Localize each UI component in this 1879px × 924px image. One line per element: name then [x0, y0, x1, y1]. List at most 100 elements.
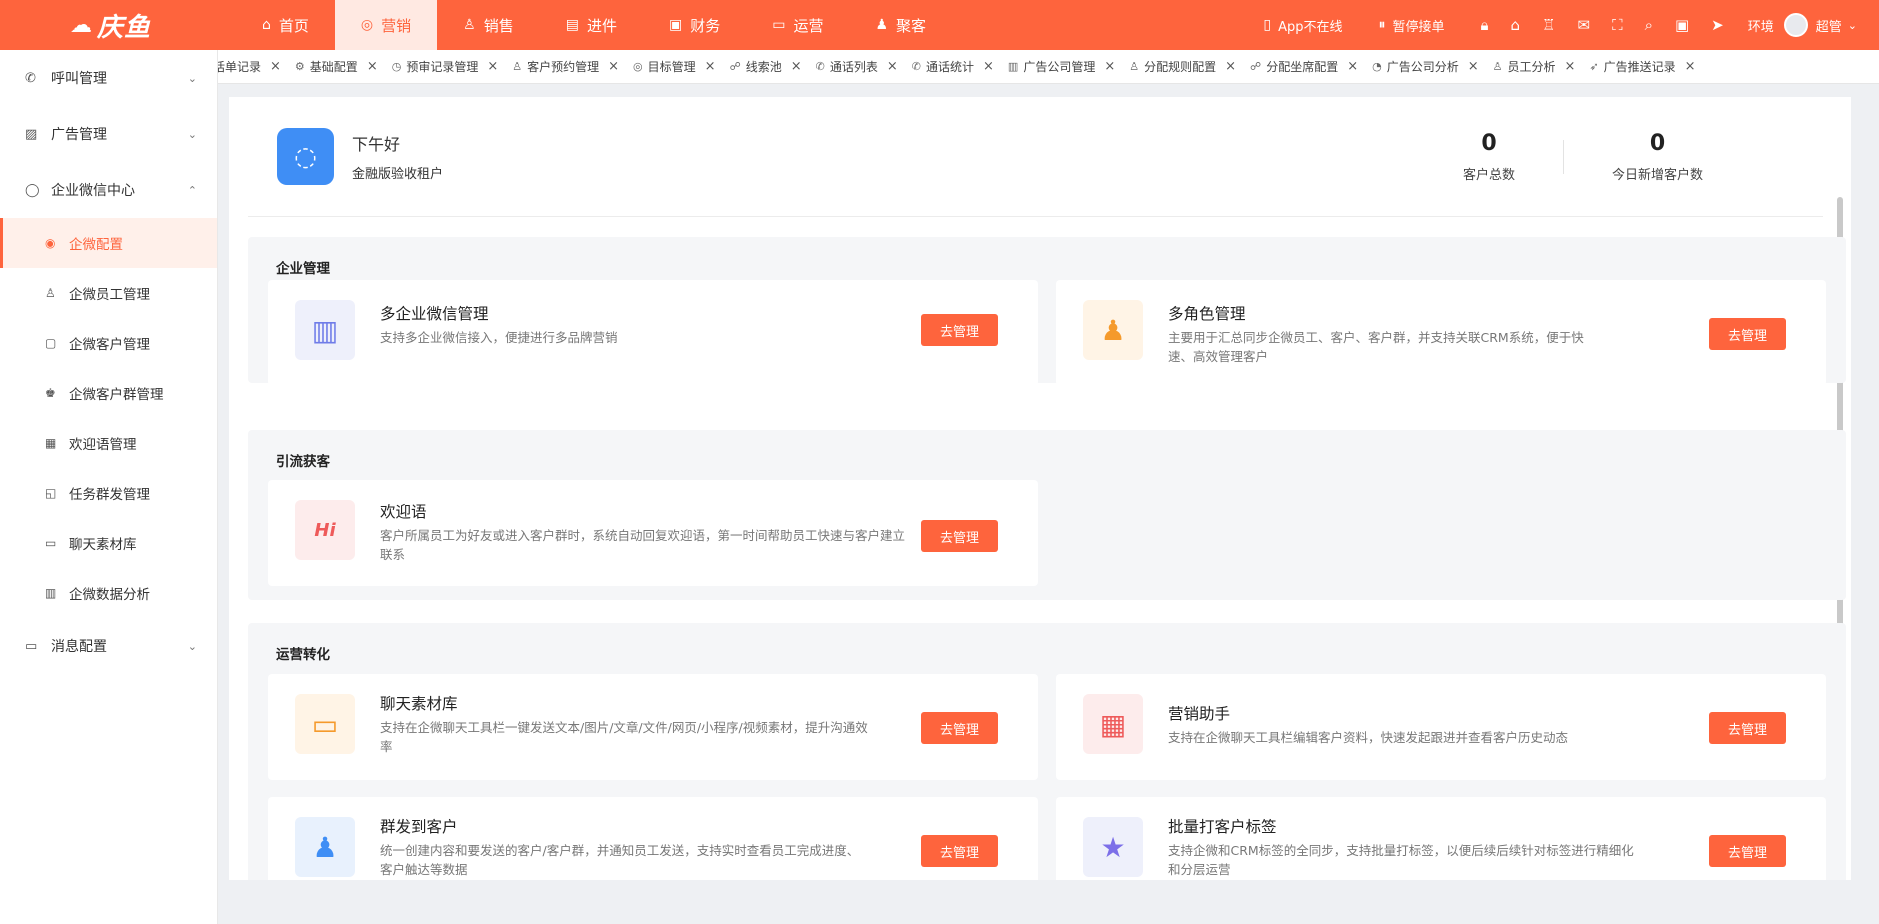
- sidebar-group-label: 呼叫管理: [51, 71, 107, 87]
- chevron-down-icon[interactable]: ⌄: [1848, 19, 1857, 32]
- tab-ad-company-analysis[interactable]: ◔ 广告公司分析 ×: [1372, 58, 1479, 75]
- search-icon[interactable]: ⌕: [1645, 16, 1653, 34]
- close-icon[interactable]: ×: [1468, 59, 1479, 74]
- tab-ad-companies[interactable]: ▥ 广告公司管理 ×: [1008, 58, 1115, 75]
- lock-icon[interactable]: 🔒︎: [1481, 16, 1489, 34]
- logo-mark-icon: ☁: [70, 12, 93, 38]
- stat-label: 客户总数: [1462, 167, 1515, 183]
- card-multi-role: ♟ 多角色管理 主要用于汇总同步企微员工、客户、客户群，并支持关联CRM系统，便…: [1056, 280, 1826, 386]
- close-icon[interactable]: ×: [887, 59, 898, 74]
- nav-marketing[interactable]: ◎ 营销: [334, 0, 438, 50]
- tab-basic-config[interactable]: ⚙ 基础配置 ×: [295, 58, 378, 75]
- greeting: 下午好: [352, 135, 401, 154]
- nav-home[interactable]: ⌂ 首页: [236, 0, 335, 50]
- close-icon[interactable]: ×: [1347, 59, 1358, 74]
- pause-orders-button[interactable]: ⏸ 暂停接单: [1379, 16, 1445, 35]
- manage-button[interactable]: 去管理: [1709, 835, 1786, 867]
- manage-button[interactable]: 去管理: [921, 835, 998, 867]
- fullscreen-icon[interactable]: ⛶: [1612, 16, 1623, 34]
- sidebar-group-ads[interactable]: ▨ 广告管理 ⌄: [0, 106, 217, 162]
- nav-customers[interactable]: ♟ 聚客: [849, 0, 952, 50]
- sidebar-item-wecom-analytics[interactable]: ▥ 企微数据分析: [0, 568, 217, 618]
- tab-strip: 话单记录 × ⚙ 基础配置 × ◷ 预审记录管理 × ♙ 客户预约管理 × ◎ 目标管理 × ☍ 线…: [218, 50, 1879, 84]
- tab-targets[interactable]: ◎ 目标管理 ×: [633, 58, 716, 75]
- tab-label: 预审记录管理: [406, 60, 479, 74]
- top-right-tools: ▯ App不在线 ⏸ 暂停接单 🔒︎ ⌂ ♖ ✉ ⛶ ⌕ ▣ ➤ 环境 超管 ⌄: [1227, 0, 1879, 50]
- sidebar-item-wecom-staff[interactable]: ♙ 企微员工管理: [0, 268, 217, 318]
- sidebar-item-wecom-groups[interactable]: ♚ 企微客户群管理: [0, 368, 217, 418]
- user-icon: ♙: [512, 60, 523, 73]
- tab-prereview-records[interactable]: ◷ 预审记录管理 ×: [392, 58, 499, 75]
- app-status-button[interactable]: ▯ App不在线: [1263, 16, 1342, 35]
- manage-button[interactable]: 去管理: [921, 520, 998, 552]
- tab-call-records[interactable]: 话单记录 ×: [218, 58, 281, 75]
- sidebar-item-label: 企微数据分析: [69, 587, 150, 603]
- notification-icon[interactable]: ✉: [1577, 16, 1590, 34]
- sidebar-item-label: 企微配置: [69, 237, 123, 253]
- ad-icon: ▨: [25, 126, 38, 142]
- close-icon[interactable]: ×: [791, 59, 802, 74]
- bank-icon[interactable]: ⌂: [1511, 16, 1521, 34]
- card-title: 批量打客户标签: [1168, 818, 1277, 836]
- sidebar-item-task-broadcast[interactable]: ◱ 任务群发管理: [0, 468, 217, 518]
- nav-intake[interactable]: ▤ 进件: [540, 0, 643, 50]
- close-icon[interactable]: ×: [1104, 59, 1115, 74]
- manage-button[interactable]: 去管理: [1709, 712, 1786, 744]
- target-icon: ◎: [633, 60, 643, 73]
- env-label[interactable]: 环境: [1748, 16, 1774, 35]
- sidebar-group-call[interactable]: ✆ 呼叫管理 ⌄: [0, 50, 217, 106]
- close-icon[interactable]: ×: [367, 59, 378, 74]
- close-icon[interactable]: ×: [608, 59, 619, 74]
- chevron-up-icon: ⌃: [187, 183, 197, 197]
- card-title: 群发到客户: [380, 818, 458, 836]
- briefcase-icon[interactable]: ▣: [1675, 16, 1689, 34]
- sidebar-item-label: 企微客户群管理: [69, 387, 164, 403]
- welcome-text: 下午好 金融版验收租户: [352, 131, 443, 182]
- sidebar-item-wecom-config[interactable]: ◉ 企微配置: [0, 218, 217, 268]
- building-icon: ▥: [1007, 60, 1019, 73]
- stat-total-customers: 0 客户总数: [1463, 131, 1515, 183]
- nav-operations[interactable]: ▭ 运营: [746, 0, 849, 50]
- close-icon[interactable]: ×: [1565, 59, 1576, 74]
- brand-logo[interactable]: ☁ 庆鱼: [0, 0, 218, 50]
- sidebar-group-wecom[interactable]: ◯ 企业微信中心 ⌃: [0, 162, 217, 218]
- tab-call-stats[interactable]: ✆ 通话统计 ×: [912, 58, 994, 75]
- nav-finance[interactable]: ▣ 财务: [643, 0, 746, 50]
- card-title: 聊天素材库: [380, 695, 458, 713]
- send-icon[interactable]: ➤: [1711, 16, 1724, 34]
- shirt-icon[interactable]: ♖: [1542, 16, 1555, 34]
- manage-button[interactable]: 去管理: [1709, 318, 1786, 350]
- sidebar-item-wecom-customers[interactable]: ▢ 企微客户管理: [0, 318, 217, 368]
- tab-assign-rules[interactable]: ♙ 分配规则配置 ×: [1129, 58, 1236, 75]
- stat-value: 0: [1649, 130, 1666, 156]
- avatar[interactable]: [1783, 13, 1808, 37]
- nav-sales[interactable]: ♙ 销售: [437, 0, 540, 50]
- manage-button[interactable]: 去管理: [921, 314, 998, 346]
- tab-call-list[interactable]: ✆ 通话列表 ×: [816, 58, 898, 75]
- sidebar-item-label: 欢迎语管理: [69, 437, 137, 453]
- close-icon[interactable]: ×: [705, 59, 716, 74]
- sidebar-item-chat-material[interactable]: ▭ 聊天素材库: [0, 518, 217, 568]
- tab-assign-seats[interactable]: ☍ 分配坐席配置 ×: [1250, 58, 1358, 75]
- close-icon[interactable]: ×: [270, 59, 281, 74]
- close-icon[interactable]: ×: [1225, 59, 1236, 74]
- tab-appointments[interactable]: ♙ 客户预约管理 ×: [512, 58, 619, 75]
- chevron-down-icon: ⌄: [187, 127, 197, 141]
- nav-marketing-label: 营销: [381, 16, 412, 35]
- sidebar-item-label: 企微员工管理: [69, 287, 150, 303]
- enterprise-icon: ▥: [295, 300, 355, 360]
- close-icon[interactable]: ×: [487, 59, 498, 74]
- user-name[interactable]: 超管: [1816, 16, 1842, 35]
- tab-leads-pool[interactable]: ☍ 线索池 ×: [730, 58, 802, 75]
- close-icon[interactable]: ×: [983, 59, 994, 74]
- manage-button[interactable]: 去管理: [921, 712, 998, 744]
- tab-ad-push-records[interactable]: ➶ 广告推送记录 ×: [1589, 58, 1695, 75]
- sidebar-group-message[interactable]: ▭ 消息配置 ⌄: [0, 618, 217, 674]
- tab-staff-analysis[interactable]: ♙ 员工分析 ×: [1493, 58, 1576, 75]
- sidebar-item-welcome-msg[interactable]: ▦ 欢迎语管理: [0, 418, 217, 468]
- config-icon: ◉: [45, 236, 56, 250]
- card-desc: 支持企微和CRM标签的全同步，支持批量打标签，以便后续后续针对标签进行精细化和分…: [1168, 843, 1634, 877]
- stat-label: 今日新增客户数: [1611, 167, 1703, 183]
- stat-new-today: 0 今日新增客户数: [1612, 131, 1703, 183]
- close-icon[interactable]: ×: [1685, 59, 1696, 74]
